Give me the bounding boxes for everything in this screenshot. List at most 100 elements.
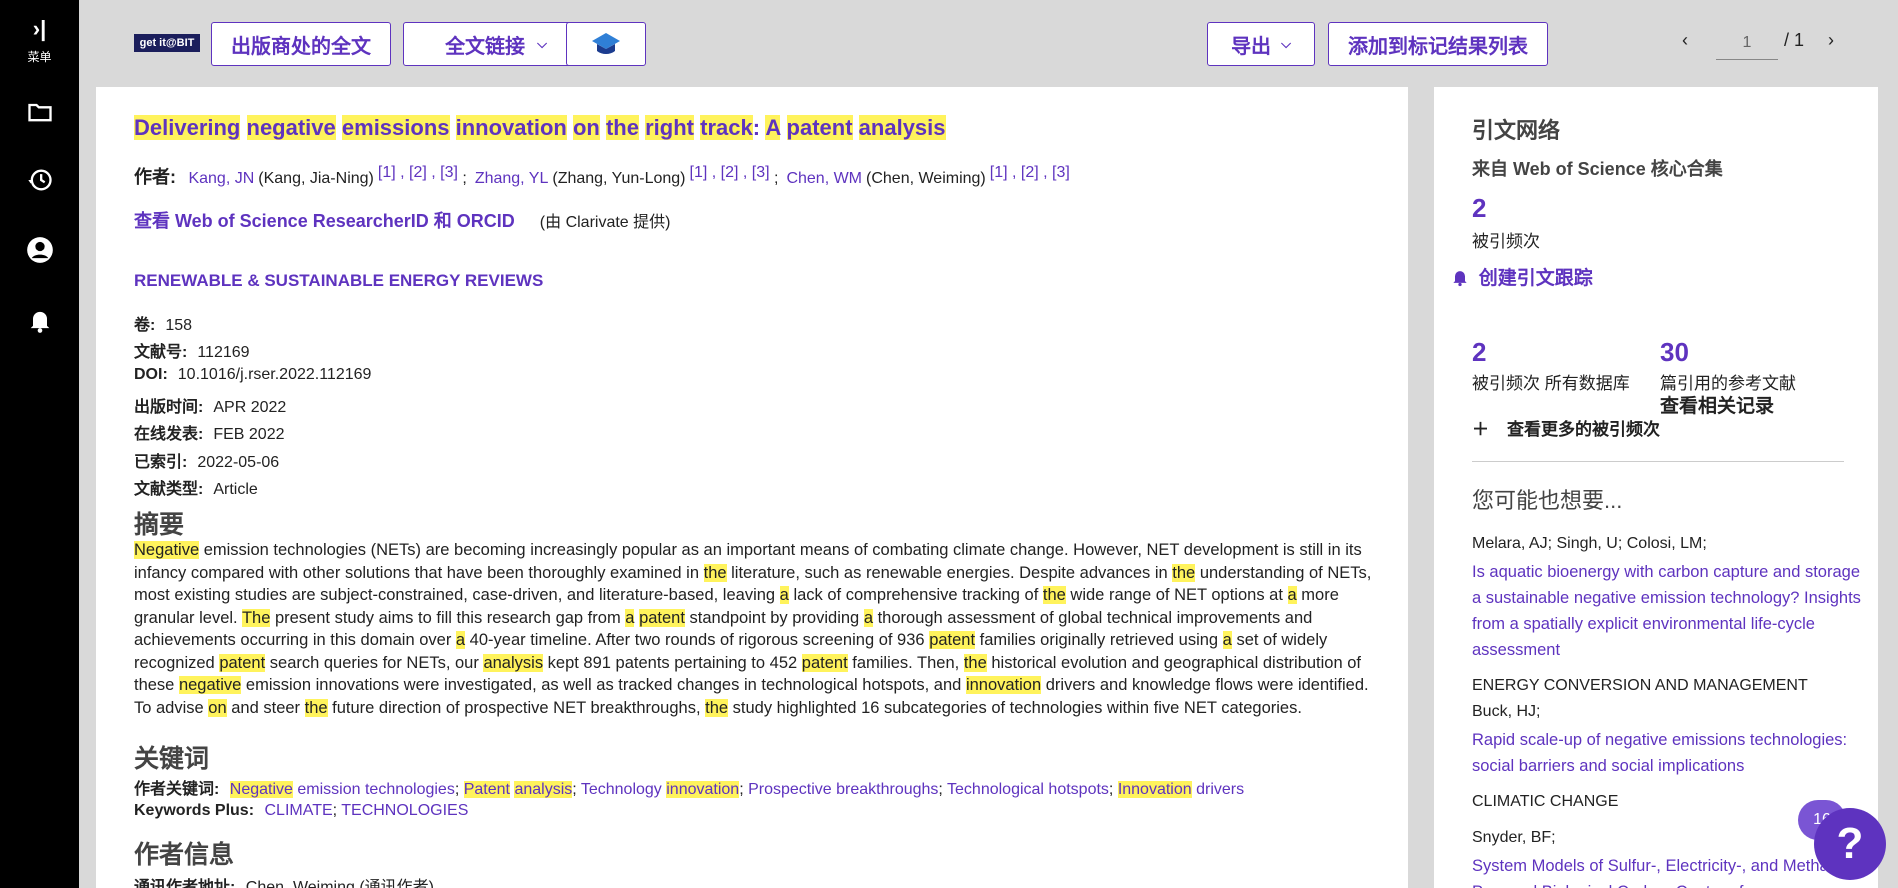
author-keyword-link[interactable]: Patent analysis [463, 781, 573, 798]
abstract-segment: a [455, 631, 466, 649]
metadata-label: 在线发表: [134, 426, 204, 444]
abstract-segment: drivers and knowledge flows were identif… [1041, 676, 1369, 694]
keyword-segment: drivers [1191, 781, 1245, 798]
title-word: patent [786, 115, 853, 140]
suggestion-title-link[interactable]: Is aquatic bioenergy with carbon capture… [1472, 559, 1862, 663]
abstract-segment: the [1042, 586, 1066, 604]
title-word: analysis [858, 115, 946, 140]
metadata-value: FEB 2022 [213, 426, 285, 444]
abstract-segment: understanding of NETs, [1195, 563, 1372, 582]
prev-page-icon[interactable]: ‹ [1682, 30, 1688, 51]
author-link[interactable]: Zhang, YL [475, 170, 549, 187]
author-keyword-link[interactable]: Technology innovation [581, 781, 740, 798]
abstract-segment: search queries for NETs, our [265, 653, 484, 672]
abstract-segment: patent [219, 653, 266, 672]
title-word: the [605, 115, 639, 140]
abstract-segment: innovation [965, 676, 1042, 694]
getit-logo[interactable]: get it@BIT [134, 34, 200, 52]
create-alert-label: 创建引文跟踪 [1478, 268, 1593, 289]
abstract-segment: wide range of NET options at [1065, 586, 1288, 604]
record-detail: Delivering negative emissions innovation… [96, 87, 1408, 888]
history-icon[interactable] [0, 166, 79, 199]
help-button[interactable]: ? [1814, 808, 1886, 880]
abstract-segment: the [304, 698, 328, 717]
author-keyword-link[interactable]: Negative emission technologies [229, 781, 455, 798]
references-count[interactable]: 30 [1660, 337, 1689, 368]
metadata-value: 112169 [197, 344, 250, 362]
page-total: / 1 [1784, 30, 1805, 50]
abstract-segment: literature, such as renewable energies. … [726, 563, 1173, 582]
suggestion-authors: Melara, AJ; Singh, U; Colosi, LM; [1472, 535, 1707, 552]
bell-icon[interactable] [0, 306, 79, 339]
author-affiliation-refs[interactable]: [1] , [2] , [3] [378, 164, 458, 181]
abstract-segment: 40-year timeline. After two rounds of ri… [465, 631, 930, 649]
all-db-cited-count[interactable]: 2 [1472, 337, 1486, 368]
author-keyword-link[interactable]: Innovation drivers [1117, 781, 1245, 798]
author-link[interactable]: Chen, WM [786, 170, 862, 187]
menu-label[interactable]: 菜单 [0, 48, 79, 65]
export-button[interactable]: 导出 ⌵ [1207, 22, 1315, 66]
author-link[interactable]: Kang, JN [188, 170, 254, 187]
metadata-row: 文献号: 112169 [134, 338, 250, 362]
next-page-icon[interactable]: › [1828, 30, 1834, 51]
separator: ; [457, 170, 467, 187]
author-info-heading: 作者信息 [134, 841, 235, 869]
author-affiliation-refs[interactable]: [1] , [2] , [3] [990, 164, 1070, 181]
citation-panel: 引文网络 来自 Web of Science 核心合集 2 被引频次 创建引文跟… [1434, 87, 1878, 888]
abstract-segment: the [963, 653, 987, 672]
abstract-segment: achievements occurring in this domain ov… [134, 631, 456, 649]
author-affiliation-refs[interactable]: [1] , [2] , [3] [690, 164, 770, 181]
researcher-note: (由 Clarivate 提供) [539, 214, 671, 231]
keyword-segment: Technological hotspots [947, 781, 1109, 798]
author-keyword-link[interactable]: Prospective breakthroughs [748, 781, 938, 798]
metadata-value: APR 2022 [213, 398, 287, 416]
metadata-value: 10.1016/j.rser.2022.112169 [177, 365, 372, 383]
keyword-segment: Patent [463, 781, 510, 798]
create-alert-button[interactable]: 创建引文跟踪 [1450, 263, 1593, 290]
title-word: negative [246, 115, 336, 140]
times-cited-count[interactable]: 2 [1472, 193, 1486, 224]
title-word: innovation [455, 115, 567, 140]
folder-icon[interactable] [0, 98, 79, 131]
title-word: track [700, 115, 753, 140]
keyword-plus-link[interactable]: TECHNOLOGIES [341, 802, 468, 819]
abstract-segment: patent [801, 653, 848, 672]
user-icon[interactable] [0, 236, 79, 269]
expand-menu-icon[interactable]: ›| [0, 16, 79, 42]
abstract-segment: thorough assessment of global technical … [873, 608, 1313, 627]
abstract-segment: a [1222, 631, 1232, 649]
separator: ; [739, 781, 749, 798]
abstract-segment: families. Then, [847, 653, 964, 672]
abstract-segment: granular level. [134, 608, 242, 627]
author-keywords-label: 作者关键词: [134, 781, 220, 798]
corresponding-label: 通讯作者地址: [134, 879, 236, 888]
suggestion-authors: Buck, HJ; [1472, 703, 1541, 720]
metadata-label: 卷: [134, 317, 156, 334]
metadata-value: 158 [165, 317, 193, 334]
add-to-marked-list-button[interactable]: 添加到标记结果列表 [1328, 22, 1548, 66]
more-cited-link[interactable]: ＋ 查看更多的被引频次 [1472, 415, 1660, 440]
separator: ; [1108, 781, 1118, 798]
abstract-line: these negative emission innovations were… [134, 674, 1374, 697]
bell-icon [1453, 271, 1467, 287]
metadata-label: 出版时间: [134, 398, 204, 416]
page-number-input[interactable] [1716, 26, 1778, 60]
abstract-segment: negative [178, 676, 242, 694]
authors-label: 作者: [134, 167, 176, 187]
author-keyword-link[interactable]: Technological hotspots [947, 781, 1109, 798]
title-word [336, 115, 342, 140]
keyword-plus-link[interactable]: CLIMATE [264, 802, 332, 819]
fulltext-links-button[interactable]: 全文链接 ⌵ [403, 22, 589, 66]
divider [1472, 461, 1844, 462]
abstract-segment: most existing studies are subject-constr… [134, 586, 780, 604]
related-records-link[interactable]: 查看相关记录 [1660, 391, 1774, 418]
mortarboard-button[interactable] [566, 22, 646, 66]
abstract-heading: 摘要 [134, 511, 185, 539]
publisher-fulltext-button[interactable]: 出版商处的全文 [211, 22, 391, 66]
abstract-text: Negative emission technologies (NETs) ar… [134, 539, 1374, 719]
title-word [240, 115, 246, 140]
journal-link[interactable]: RENEWABLE & SUSTAINABLE ENERGY REVIEWS [134, 271, 543, 291]
suggestion-title-link[interactable]: Rapid scale-up of negative emissions tec… [1472, 727, 1862, 779]
researcher-id-link[interactable]: 查看 Web of Science ResearcherID 和 ORCID [134, 211, 515, 231]
suggestion-title-link[interactable]: System Models of Sulfur-, Electricity-, … [1472, 853, 1862, 888]
